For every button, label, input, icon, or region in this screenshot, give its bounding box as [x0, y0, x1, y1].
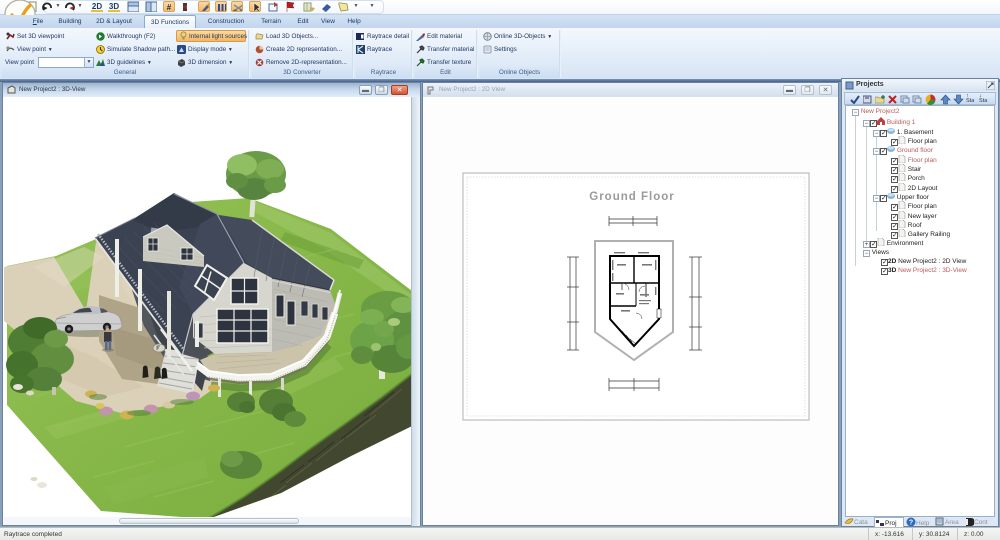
svg-text:?: ?: [909, 520, 913, 527]
svg-text:Ground Floor: Ground Floor: [589, 191, 674, 203]
